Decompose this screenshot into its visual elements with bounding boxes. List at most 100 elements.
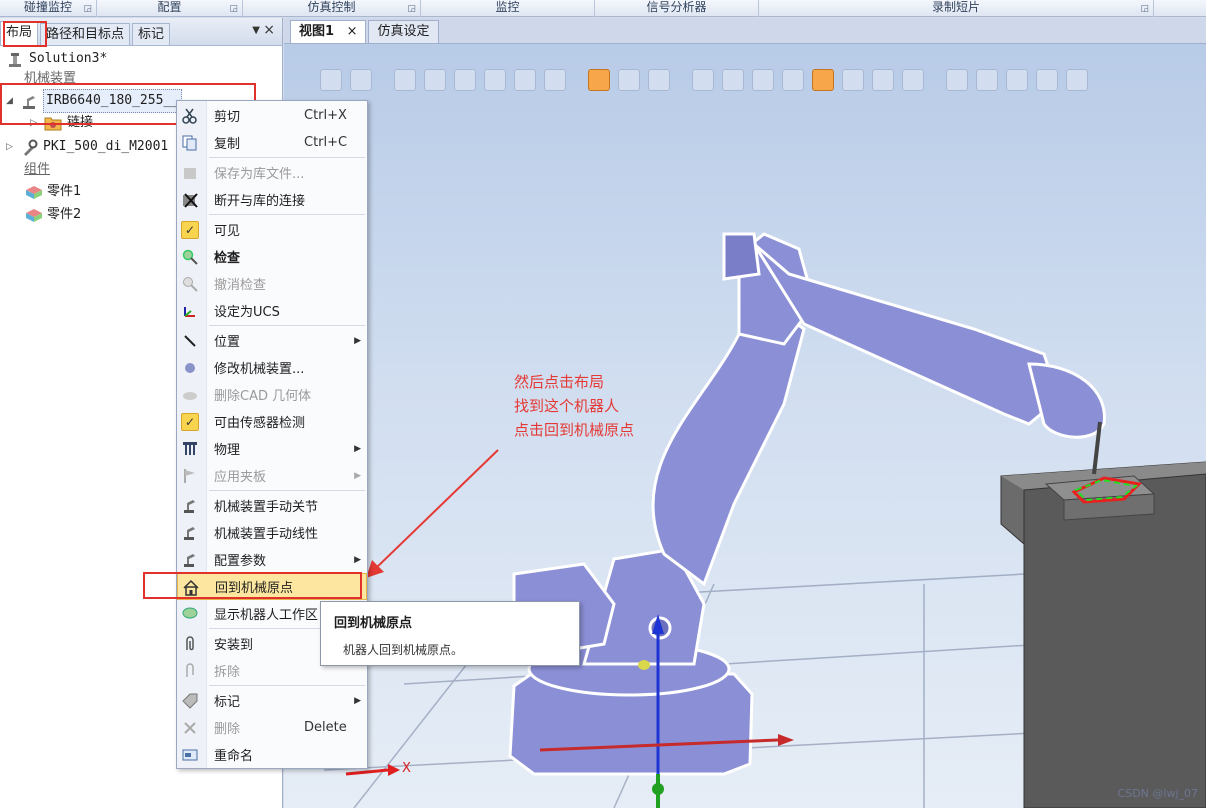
menu-item-label: 拆除 bbox=[214, 665, 241, 680]
tab-tags[interactable]: 标记 bbox=[132, 23, 171, 45]
menu-item-disconnect-library[interactable]: 断开与库的连接 bbox=[177, 186, 367, 213]
attach-icon bbox=[181, 635, 199, 653]
ribbon-group-config: 配置 ◲ bbox=[97, 0, 243, 17]
menu-item-label: 撤消检查 bbox=[214, 278, 267, 293]
menu-item-label: 复制 bbox=[214, 137, 241, 152]
annotation-highlight-box bbox=[143, 572, 362, 599]
menu-separator bbox=[209, 685, 365, 686]
menu-item-label: 断开与库的连接 bbox=[214, 194, 306, 209]
menu-separator bbox=[209, 214, 365, 215]
menu-item-label: 机械装置手动关节 bbox=[214, 500, 319, 515]
tab-view1[interactable]: 视图1 × bbox=[290, 20, 367, 43]
annotation-line: 然后点击布局 bbox=[514, 373, 605, 391]
menu-item-label: 应用夹板 bbox=[214, 470, 267, 485]
menu-item-label: 物理 bbox=[214, 443, 241, 458]
position-icon bbox=[181, 332, 199, 350]
menu-item-label: 检查 bbox=[214, 251, 241, 266]
menu-item-label: 机械装置手动线性 bbox=[214, 527, 319, 542]
workspace-icon bbox=[181, 605, 199, 623]
tree-label: PKI_500_di_M2001 bbox=[43, 139, 169, 154]
work-table[interactable] bbox=[1000, 461, 1206, 808]
part-icon bbox=[24, 184, 42, 200]
dialog-launcher-icon[interactable]: ◲ bbox=[83, 2, 92, 17]
document-tab-bar: 视图1 × 仿真设定 bbox=[284, 18, 1206, 44]
tab-paths-targets[interactable]: 路径和目标点 bbox=[40, 23, 131, 45]
menu-item-label: 重命名 bbox=[214, 749, 254, 764]
annotation-text: 然后点击布局 找到这个机器人 点击回到机械原点 bbox=[514, 370, 634, 442]
physics-icon bbox=[181, 440, 199, 458]
menu-item-delete-cad[interactable]: 删除CAD 几何体 bbox=[177, 381, 367, 408]
tooltip-description: 机器人回到机械原点。 bbox=[343, 643, 464, 657]
menu-item-sensor-detectable[interactable]: ✓ 可由传感器检测 bbox=[177, 408, 367, 435]
annotation-line: 点击回到机械原点 bbox=[514, 421, 635, 439]
menu-item-visible[interactable]: ✓ 可见 bbox=[177, 216, 367, 243]
tooltip-title: 回到机械原点 bbox=[334, 616, 413, 631]
menu-item-modify-mechanism[interactable]: 修改机械装置... bbox=[177, 354, 367, 381]
tab-simulation-setup[interactable]: 仿真设定 bbox=[368, 20, 439, 43]
flag-icon bbox=[181, 467, 199, 485]
tool-icon bbox=[20, 139, 38, 156]
expand-triangle-icon[interactable]: ▷ bbox=[6, 136, 16, 158]
save-library-icon bbox=[181, 164, 199, 182]
tree-label: Solution3* bbox=[29, 51, 108, 66]
watermark: CSDN @lwj_07 bbox=[1117, 787, 1198, 800]
close-icon[interactable]: × bbox=[263, 22, 275, 38]
panel-dropdown-icon[interactable]: ▼ bbox=[252, 25, 260, 36]
menu-item-undo-inspect[interactable]: 撤消检查 bbox=[177, 270, 367, 297]
axis-x-label: X bbox=[402, 761, 411, 776]
scissors-icon bbox=[181, 107, 199, 125]
ribbon-group-label: 录制短片 bbox=[931, 0, 980, 14]
dialog-launcher-icon[interactable]: ◲ bbox=[1140, 2, 1149, 17]
check-icon: ✓ bbox=[181, 221, 199, 239]
ribbon-group-bar: 碰撞监控 ◲ 配置 ◲ 仿真控制 ◲ 监控 信号分析器 录制短片 ◲ bbox=[0, 0, 1206, 17]
context-menu: 剪切 Ctrl+X 复制 Ctrl+C 保存为库文件... 断开与库的连接 ✓ … bbox=[176, 100, 368, 769]
menu-item-jog-joint[interactable]: 机械装置手动关节 bbox=[177, 492, 367, 519]
dialog-launcher-icon[interactable]: ◲ bbox=[229, 2, 238, 17]
menu-item-position[interactable]: 位置 ▶ bbox=[177, 327, 367, 354]
menu-item-cut[interactable]: 剪切 Ctrl+X bbox=[177, 102, 367, 129]
menu-item-physics[interactable]: 物理 ▶ bbox=[177, 435, 367, 462]
tree-item-part2[interactable]: 零件2 bbox=[24, 204, 81, 226]
menu-item-config-params[interactable]: 配置参数 ▶ bbox=[177, 546, 367, 573]
tree-item-solution[interactable]: Solution3* bbox=[6, 48, 107, 70]
menu-item-copy[interactable]: 复制 Ctrl+C bbox=[177, 129, 367, 156]
menu-item-inspect[interactable]: 检查 bbox=[177, 243, 367, 270]
tree-item-part1[interactable]: 零件1 bbox=[24, 181, 81, 203]
tab-label: 视图1 bbox=[299, 24, 335, 39]
menu-item-label: 修改机械装置... bbox=[214, 362, 305, 377]
menu-item-save-library[interactable]: 保存为库文件... bbox=[177, 159, 367, 186]
jog-joint-icon bbox=[181, 497, 199, 515]
config-icon bbox=[181, 551, 199, 569]
menu-item-label: 配置参数 bbox=[214, 554, 267, 569]
menu-item-rename[interactable]: 重命名 bbox=[177, 741, 367, 768]
tree-label: 零件2 bbox=[47, 207, 82, 222]
menu-item-set-ucs[interactable]: 设定为UCS bbox=[177, 297, 367, 324]
menu-item-label: 可由传感器检测 bbox=[214, 416, 306, 431]
menu-item-label: 删除CAD 几何体 bbox=[214, 389, 312, 404]
menu-item-label: 可见 bbox=[214, 224, 241, 239]
tree-item-tool[interactable]: ▷ PKI_500_di_M2001 bbox=[6, 136, 168, 158]
ribbon-group-label: 监控 bbox=[495, 0, 520, 14]
menu-item-tag[interactable]: 标记 ▶ bbox=[177, 687, 367, 714]
disconnect-icon bbox=[181, 191, 199, 209]
close-icon[interactable]: × bbox=[347, 24, 358, 39]
dialog-launcher-icon[interactable]: ◲ bbox=[407, 2, 416, 17]
menu-item-shortcut: Ctrl+C bbox=[304, 135, 348, 150]
menu-item-label: 剪切 bbox=[214, 110, 241, 125]
menu-item-label: 设定为UCS bbox=[214, 305, 280, 320]
ribbon-group-monitor: 监控 bbox=[421, 0, 595, 17]
menu-item-apply-clamp[interactable]: 应用夹板 ▶ bbox=[177, 462, 367, 489]
tree-label: 零件1 bbox=[47, 184, 82, 199]
part-icon bbox=[24, 207, 42, 223]
menu-item-jog-linear[interactable]: 机械装置手动线性 bbox=[177, 519, 367, 546]
menu-separator bbox=[209, 490, 365, 491]
menu-item-label: 安装到 bbox=[214, 638, 254, 653]
menu-item-delete[interactable]: 删除 Delete bbox=[177, 714, 367, 741]
detach-icon bbox=[181, 662, 199, 680]
rename-icon bbox=[181, 746, 199, 764]
submenu-arrow-icon: ▶ bbox=[354, 554, 361, 565]
jog-linear-icon bbox=[181, 524, 199, 542]
menu-item-label: 删除 bbox=[214, 722, 241, 737]
3d-viewport[interactable]: X 然后点击布局 找到这个机器人 点击回到机械原点 CSDN @lwj_07 bbox=[284, 44, 1206, 808]
menu-separator bbox=[209, 325, 365, 326]
